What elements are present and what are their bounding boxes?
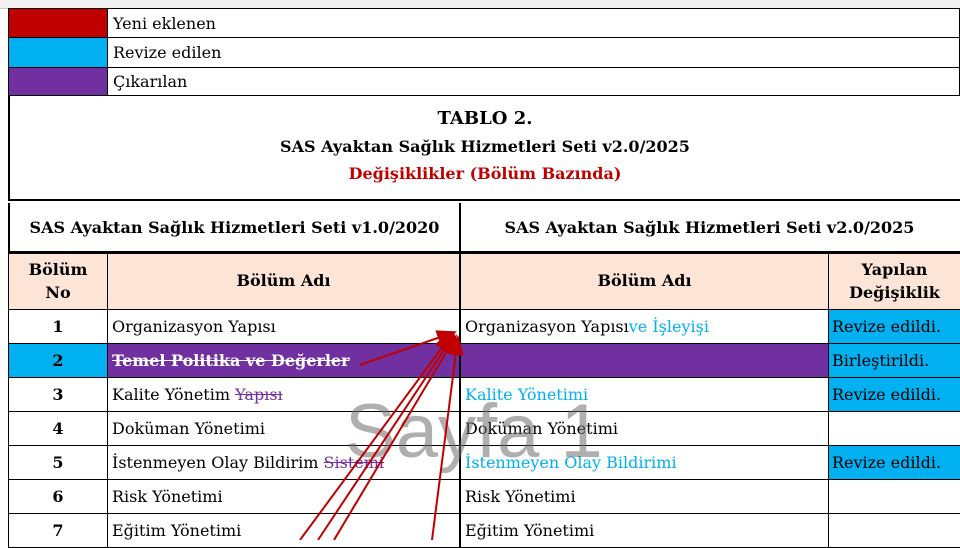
table-subtitle: SAS Ayaktan Sağlık Hizmetleri Seti v2.0/… [280, 137, 690, 156]
section-no: 5 [8, 446, 107, 480]
section-no: 7 [8, 514, 107, 548]
new-name-text: Risk Yönetimi [465, 487, 576, 506]
new-name-added-text: İstenmeyen Olay Bildirimi [465, 453, 677, 472]
new-section-name: Eğitim Yönetimi [459, 514, 828, 548]
new-section-name [459, 344, 828, 378]
header-old-section-name: Bölüm Adı [107, 253, 460, 310]
section-no: 2 [8, 344, 107, 378]
header-change: Yapılan Değişiklik [828, 253, 960, 310]
legend-swatch-removed [8, 68, 108, 96]
change-status: Revize edildi. [828, 446, 960, 480]
old-version-header: SAS Ayaktan Sağlık Hizmetleri Seti v1.0/… [8, 203, 461, 253]
section-no: 1 [8, 310, 107, 344]
header-new-section-name: Bölüm Adı [459, 253, 829, 310]
old-section-name: Temel Politika ve Değerler [107, 344, 459, 378]
old-section-name: İstenmeyen Olay Bildirim Sistemi [107, 446, 459, 480]
table-row: 2 Temel Politika ve Değerler Birleştiril… [8, 344, 960, 378]
legend-swatch-revised [8, 38, 108, 68]
old-section-name: Risk Yönetimi [107, 480, 459, 514]
old-name-removed-text: Sistemi [323, 453, 385, 472]
section-no: 6 [8, 480, 107, 514]
old-name-removed-text: Temel Politika ve Değerler [112, 351, 350, 370]
old-section-name: Eğitim Yönetimi [107, 514, 459, 548]
old-name-text: Doküman Yönetimi [112, 419, 265, 438]
change-status: Revize edildi. [828, 378, 960, 412]
header-section-no: Bölüm No [8, 253, 108, 310]
table-row: 4 Doküman Yönetimi Doküman Yönetimi [8, 412, 960, 446]
table-title-block: TABLO 2. SAS Ayaktan Sağlık Hizmetleri S… [8, 96, 960, 201]
change-status [828, 480, 960, 514]
new-section-name: Risk Yönetimi [459, 480, 828, 514]
section-no: 3 [8, 378, 107, 412]
new-name-text: Organizasyon Yapısı [465, 317, 629, 336]
old-name-text: Eğitim Yönetimi [112, 521, 242, 540]
new-name-text: Eğitim Yönetimi [465, 521, 595, 540]
table-caption: Değişiklikler (Bölüm Bazında) [348, 164, 622, 183]
change-status: Birleştirildi. [828, 344, 960, 378]
old-name-text: Kalite Yönetim [112, 385, 236, 404]
table-row: 3 Kalite Yönetim Yapısı Kalite Yönetimi … [8, 378, 960, 412]
table-title: TABLO 2. [437, 108, 533, 129]
table-row: 6 Risk Yönetimi Risk Yönetimi [8, 480, 960, 514]
old-name-text: Organizasyon Yapısı [112, 317, 276, 336]
new-section-name: İstenmeyen Olay Bildirimi [459, 446, 828, 480]
table-row: 5 İstenmeyen Olay Bildirim Sistemi İsten… [8, 446, 960, 480]
change-status [828, 514, 960, 548]
old-name-text: Risk Yönetimi [112, 487, 223, 506]
old-section-name: Organizasyon Yapısı [107, 310, 459, 344]
legend-label-revised: Revize edilen [108, 38, 960, 68]
section-no: 4 [8, 412, 107, 446]
old-section-name: Doküman Yönetimi [107, 412, 459, 446]
new-name-added-text: Kalite Yönetimi [465, 385, 589, 404]
change-status [828, 412, 960, 446]
legend-label-new: Yeni eklenen [108, 8, 960, 38]
old-name-removed-text: Yapısı [235, 385, 283, 404]
legend-label-removed: Çıkarılan [108, 68, 960, 96]
new-name-added-text: ve İşleyişi [628, 317, 709, 336]
old-name-text: İstenmeyen Olay Bildirim [112, 453, 324, 472]
old-section-name: Kalite Yönetim Yapısı [107, 378, 459, 412]
new-section-name: Organizasyon Yapısı ve İşleyişi [459, 310, 828, 344]
new-section-name: Doküman Yönetimi [459, 412, 828, 446]
change-status: Revize edildi. [828, 310, 960, 344]
new-version-header: SAS Ayaktan Sağlık Hizmetleri Seti v2.0/… [459, 203, 960, 253]
new-name-text: Doküman Yönetimi [465, 419, 618, 438]
table-row: 7 Eğitim Yönetimi Eğitim Yönetimi [8, 514, 960, 548]
legend-swatch-new [8, 8, 108, 38]
table-row: 1 Organizasyon Yapısı Organizasyon Yapıs… [8, 310, 960, 344]
new-section-name: Kalite Yönetimi [459, 378, 828, 412]
